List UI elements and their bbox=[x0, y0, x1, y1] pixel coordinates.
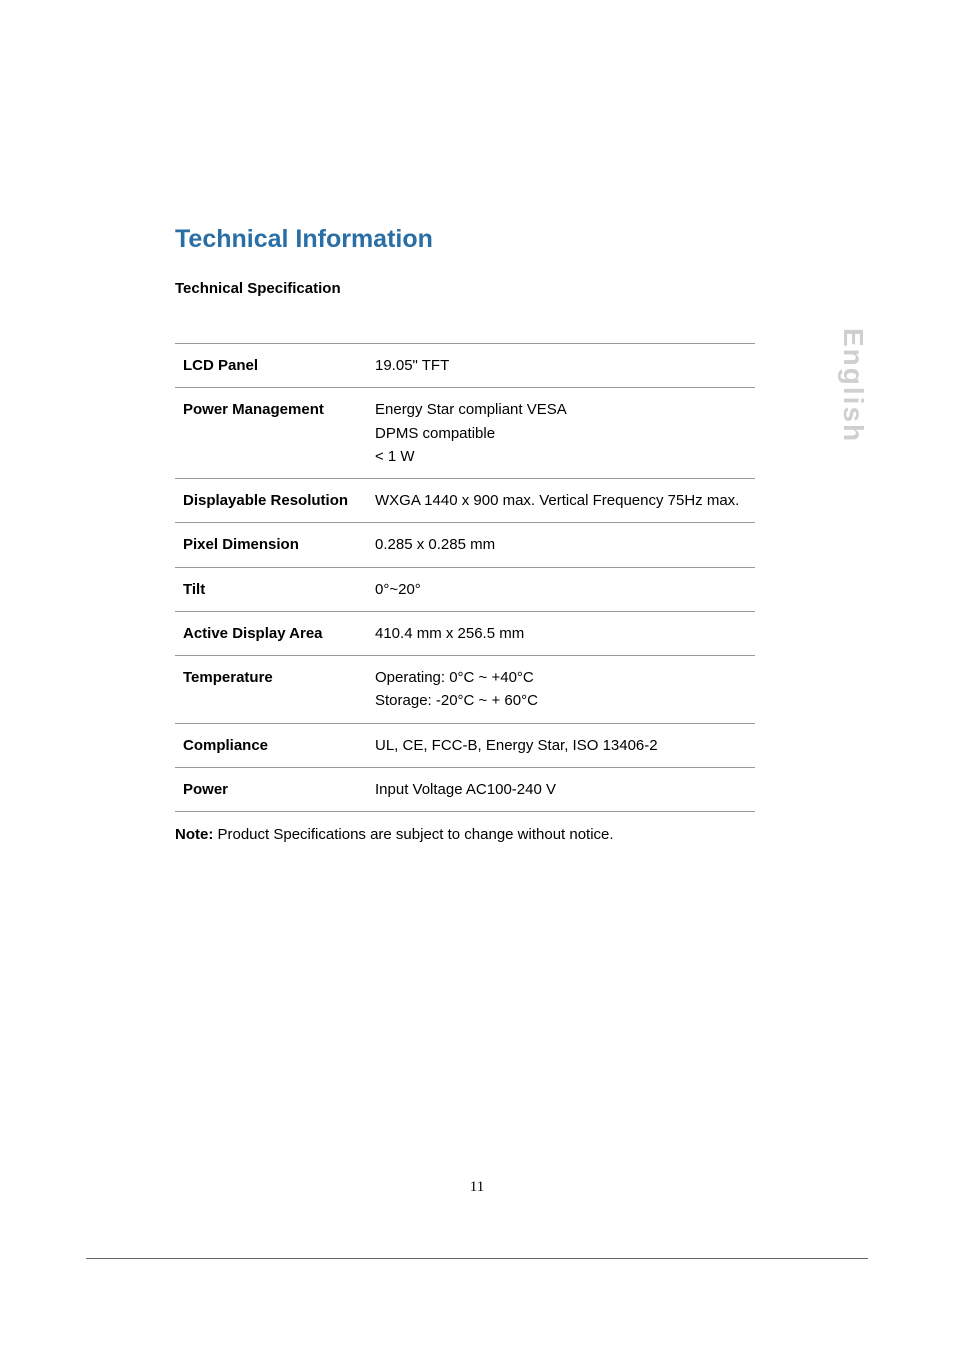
page: Technical Information Technical Specific… bbox=[0, 0, 954, 1351]
table-row: ComplianceUL, CE, FCC-B, Energy Star, IS… bbox=[175, 723, 755, 767]
spec-label: Displayable Resolution bbox=[175, 479, 367, 523]
spec-label: Power bbox=[175, 767, 367, 811]
spec-table: LCD Panel19.05" TFTPower ManagementEnerg… bbox=[175, 343, 755, 812]
spec-value: 410.4 mm x 256.5 mm bbox=[367, 611, 755, 655]
spec-value: Input Voltage AC100-240 V bbox=[367, 767, 755, 811]
spec-label: Active Display Area bbox=[175, 611, 367, 655]
spec-value: Energy Star compliant VESADPMS compatibl… bbox=[367, 388, 755, 479]
spec-value: 0.285 x 0.285 mm bbox=[367, 523, 755, 567]
spec-label: LCD Panel bbox=[175, 344, 367, 388]
footer-divider bbox=[86, 1258, 868, 1259]
note-text: Product Specifications are subject to ch… bbox=[213, 826, 613, 843]
table-row: Power ManagementEnergy Star compliant VE… bbox=[175, 388, 755, 479]
note: Note: Product Specifications are subject… bbox=[175, 826, 854, 843]
language-tab: English bbox=[837, 328, 869, 443]
table-row: Pixel Dimension0.285 x 0.285 mm bbox=[175, 523, 755, 567]
table-row: LCD Panel19.05" TFT bbox=[175, 344, 755, 388]
section-title: Technical Information bbox=[175, 225, 854, 254]
table-row: Active Display Area410.4 mm x 256.5 mm bbox=[175, 611, 755, 655]
spec-label: Tilt bbox=[175, 567, 367, 611]
spec-value: UL, CE, FCC-B, Energy Star, ISO 13406-2 bbox=[367, 723, 755, 767]
spec-label: Compliance bbox=[175, 723, 367, 767]
spec-label: Power Management bbox=[175, 388, 367, 479]
table-row: Tilt0°~20° bbox=[175, 567, 755, 611]
table-row: Displayable ResolutionWXGA 1440 x 900 ma… bbox=[175, 479, 755, 523]
note-label: Note: bbox=[175, 826, 213, 843]
spec-value: 0°~20° bbox=[367, 567, 755, 611]
page-number: 11 bbox=[0, 1179, 954, 1196]
spec-value: 19.05" TFT bbox=[367, 344, 755, 388]
spec-table-body: LCD Panel19.05" TFTPower ManagementEnerg… bbox=[175, 344, 755, 812]
spec-value: Operating: 0°C ~ +40°CStorage: -20°C ~ +… bbox=[367, 656, 755, 724]
table-row: PowerInput Voltage AC100-240 V bbox=[175, 767, 755, 811]
section-subtitle: Technical Specification bbox=[175, 280, 854, 297]
table-row: TemperatureOperating: 0°C ~ +40°CStorage… bbox=[175, 656, 755, 724]
spec-label: Temperature bbox=[175, 656, 367, 724]
spec-label: Pixel Dimension bbox=[175, 523, 367, 567]
spec-value: WXGA 1440 x 900 max. Vertical Frequency … bbox=[367, 479, 755, 523]
